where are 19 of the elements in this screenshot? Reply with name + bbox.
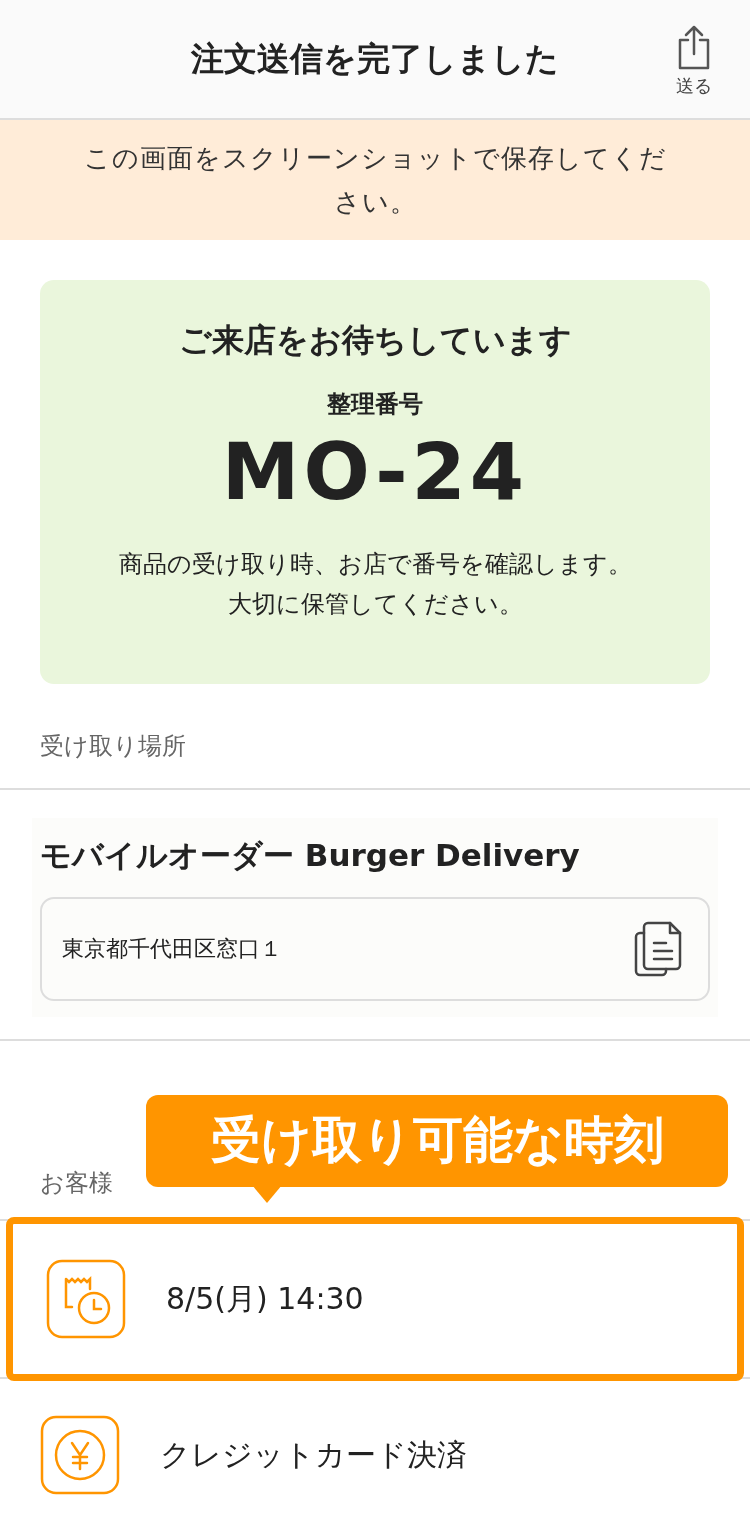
- notice-text: この画面をスクリーンショットで保存してください。: [82, 142, 668, 219]
- calendar-clock-icon: [46, 1258, 126, 1339]
- callout-text: 受け取り可能な時刻: [210, 1110, 664, 1171]
- ticket-heading: ご来店をお待ちしています: [178, 320, 572, 361]
- section-label: お客様: [40, 1167, 113, 1199]
- number-label: 整理番号: [327, 389, 423, 420]
- copy-icon[interactable]: [634, 920, 684, 977]
- section-label: 受け取り場所: [39, 731, 187, 762]
- store-name: モバイルオーダー Burger Delivery: [40, 836, 581, 875]
- row-text: 8/5(月) 14:30: [166, 1280, 364, 1318]
- address-text: 東京都千代田区窓口１: [62, 935, 282, 963]
- share-icon: [676, 24, 712, 70]
- order-number: MO-24: [221, 426, 529, 519]
- ticket-note: 商品の受け取り時、お店で番号を確認します。: [118, 549, 632, 580]
- ticket-note: 大切に保管してください。: [227, 589, 523, 620]
- share-button[interactable]: 送る: [676, 24, 712, 99]
- row-text: クレジットカード決済: [160, 1436, 467, 1474]
- page-title: 注文送信を完了しました: [191, 38, 559, 81]
- yen-icon: [40, 1414, 120, 1495]
